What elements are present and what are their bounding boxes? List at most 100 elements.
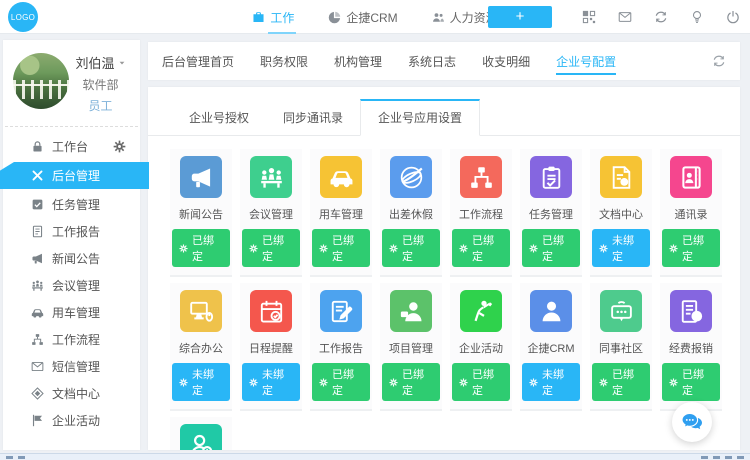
project-icon <box>390 290 432 332</box>
sidebar-item-label: 工作报告 <box>52 223 100 240</box>
app-bind-badge[interactable]: 已绑定 <box>382 229 440 267</box>
sidebar-item-meetings[interactable]: 会议管理 <box>3 272 140 299</box>
sidebar-item-vehicles[interactable]: 用车管理 <box>3 299 140 326</box>
user-name-dropdown[interactable]: 刘伯温 <box>75 53 125 72</box>
sidebar-item-news[interactable]: 新闻公告 <box>3 245 140 272</box>
app-label: 经费报销 <box>669 340 713 356</box>
power-icon[interactable] <box>726 10 740 24</box>
app-card-projects[interactable]: 项目管理已绑定 <box>380 283 442 411</box>
gear-icon <box>179 378 188 387</box>
gear-icon <box>669 378 678 387</box>
sidebar-item-label: 文档中心 <box>52 385 100 402</box>
app-card-qijie-crm[interactable]: 企捷CRM 未绑定 <box>520 283 582 411</box>
tab-org-management[interactable]: 机构管理 <box>334 42 382 80</box>
app-card-meetings[interactable]: 会议管理已绑定 <box>240 149 302 277</box>
app-bind-badge[interactable]: 已绑定 <box>242 229 300 267</box>
receipt-icon <box>670 290 712 332</box>
tab-finance-details[interactable]: 收支明细 <box>482 42 530 80</box>
badge-label: 已绑定 <box>262 232 293 264</box>
app-bind-badge[interactable]: 已绑定 <box>452 363 510 401</box>
badge-label: 已绑定 <box>402 366 433 398</box>
bulb-icon[interactable] <box>690 10 704 24</box>
app-card-contacts[interactable]: 通讯录已绑定 <box>660 149 722 277</box>
gear-icon <box>319 244 328 253</box>
app-card-vehicles[interactable]: 用车管理已绑定 <box>310 149 372 277</box>
nav-item-qijie-crm[interactable]: 企捷CRM <box>328 0 397 34</box>
mail-icon[interactable] <box>618 10 632 24</box>
meeting-icon <box>31 279 44 292</box>
app-label: 企捷CRM <box>527 340 574 356</box>
sidebar-item-workbench[interactable]: 工作台 <box>3 133 140 160</box>
gear-icon <box>599 244 608 253</box>
lock-icon <box>31 140 44 153</box>
sidebar-item-sms[interactable]: 短信管理 <box>3 353 140 380</box>
app-bind-badge[interactable]: 未绑定 <box>172 363 230 401</box>
refresh-icon[interactable] <box>712 54 726 68</box>
nav-item-label: 企捷CRM <box>346 9 397 26</box>
subtab-account-auth[interactable]: 企业号授权 <box>172 101 266 135</box>
app-card-work-report[interactable]: 工作报告已绑定 <box>310 283 372 411</box>
sidebar-item-workflow[interactable]: 工作流程 <box>3 326 140 353</box>
badge-label: 未绑定 <box>262 366 293 398</box>
app-card-business-trip[interactable]: 出差休假已绑定 <box>380 149 442 277</box>
sidebar-item-admin[interactable]: 后台管理 <box>0 162 149 189</box>
add-button[interactable]: + <box>488 6 552 28</box>
badge-label: 未绑定 <box>612 232 643 264</box>
app-bind-badge[interactable]: 未绑定 <box>522 363 580 401</box>
nav-item-work[interactable]: 工作 <box>252 0 294 34</box>
app-label: 文档中心 <box>599 206 643 222</box>
sidebar-item-documents[interactable]: 文档中心 <box>3 380 140 407</box>
mail-icon <box>31 360 44 373</box>
workbench-gear-icon[interactable] <box>113 140 126 153</box>
diamond-icon <box>31 387 44 400</box>
apps-grid-icon[interactable] <box>582 10 596 24</box>
app-bind-badge[interactable]: 已绑定 <box>662 229 720 267</box>
app-bind-badge[interactable]: 已绑定 <box>662 363 720 401</box>
gear-icon <box>529 378 538 387</box>
sidebar-item-work-report[interactable]: 工作报告 <box>3 218 140 245</box>
app-bind-badge[interactable]: 已绑定 <box>522 229 580 267</box>
app-card-schedule[interactable]: 日程提醒未绑定 <box>240 283 302 411</box>
app-bind-badge[interactable]: 已绑定 <box>592 363 650 401</box>
app-card-expenses[interactable]: 经费报销已绑定 <box>660 283 722 411</box>
gear-icon <box>389 378 398 387</box>
chat-bubbles-icon <box>680 410 704 434</box>
doc-icon <box>31 225 44 238</box>
app-bind-badge[interactable]: 已绑定 <box>172 229 230 267</box>
app-label: 出差休假 <box>389 206 433 222</box>
app-label: 综合办公 <box>179 340 223 356</box>
app-bind-badge[interactable]: 未绑定 <box>242 363 300 401</box>
golf-icon <box>460 290 502 332</box>
app-card-office[interactable]: 综合办公未绑定 <box>170 283 232 411</box>
app-bind-badge[interactable]: 已绑定 <box>312 229 370 267</box>
globe-icon <box>390 156 432 198</box>
app-label: 通讯录 <box>675 206 708 222</box>
tab-system-logs[interactable]: 系统日志 <box>408 42 456 80</box>
sidebar-item-tasks[interactable]: 任务管理 <box>3 191 140 218</box>
app-card-news[interactable]: 新闻公告已绑定 <box>170 149 232 277</box>
sidebar-item-activities[interactable]: 企业活动 <box>3 407 140 434</box>
sync-icon[interactable] <box>654 10 668 24</box>
app-card-activities[interactable]: 企业活动已绑定 <box>450 283 512 411</box>
nav-item-label: 工作 <box>270 9 294 26</box>
app-bind-badge[interactable]: 已绑定 <box>382 363 440 401</box>
tab-duty-permissions[interactable]: 职务权限 <box>260 42 308 80</box>
sidebar-item-label: 企业活动 <box>52 412 100 429</box>
subtab-app-settings[interactable]: 企业号应用设置 <box>360 99 480 136</box>
app-card-community[interactable]: 同事社区已绑定 <box>590 283 652 411</box>
chat-float-button[interactable] <box>672 402 712 442</box>
sidebar-item-label: 工作流程 <box>52 331 100 348</box>
user-department: 软件部 <box>82 76 118 93</box>
app-bind-badge[interactable]: 未绑定 <box>592 229 650 267</box>
avatar[interactable] <box>13 53 69 109</box>
app-card-hr[interactable]: 人力资源已绑定 <box>170 417 232 450</box>
app-bind-badge[interactable]: 已绑定 <box>312 363 370 401</box>
app-bind-badge[interactable]: 已绑定 <box>452 229 510 267</box>
app-card-tasks[interactable]: 任务管理已绑定 <box>520 149 582 277</box>
app-card-workflow[interactable]: 工作流程已绑定 <box>450 149 512 277</box>
person-icon <box>530 290 572 332</box>
tab-admin-home[interactable]: 后台管理首页 <box>162 42 234 80</box>
app-card-documents[interactable]: 文档中心未绑定 <box>590 149 652 277</box>
tab-enterprise-account-config[interactable]: 企业号配置 <box>556 42 616 80</box>
subtab-sync-contacts[interactable]: 同步通讯录 <box>266 101 360 135</box>
